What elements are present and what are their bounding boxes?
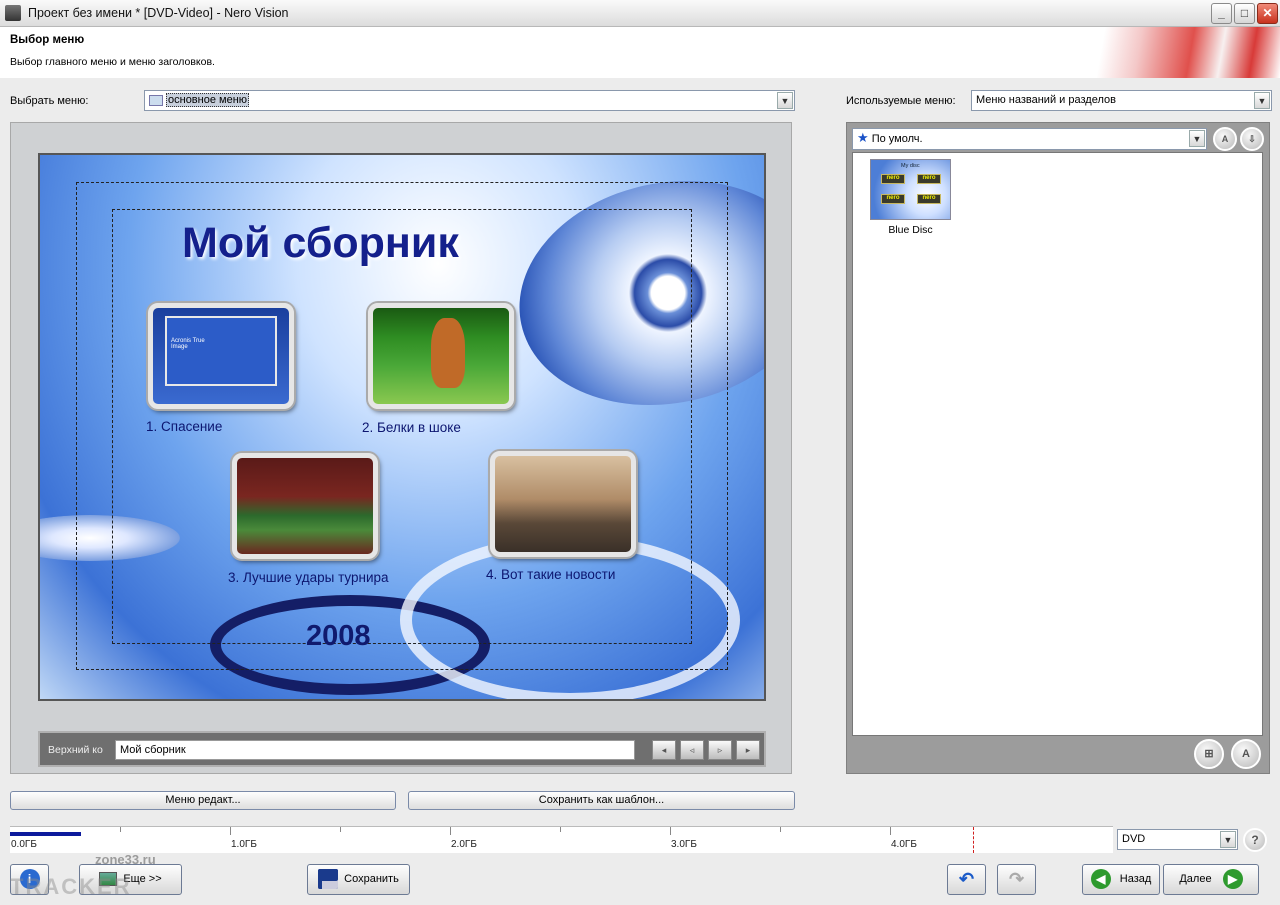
floppy-disk-icon xyxy=(318,869,339,890)
redo-button[interactable]: ↷ xyxy=(997,864,1036,895)
menu-item-caption[interactable]: 2. Белки в шоке xyxy=(362,420,461,435)
template-thumb-button: nero xyxy=(881,174,905,184)
preset-dropdown[interactable]: ★ По умолч. ▼ xyxy=(852,128,1207,150)
download-template-icon[interactable]: ⇩ xyxy=(1240,127,1264,151)
select-menu-label: Выбрать меню: xyxy=(10,95,89,107)
minor-tick xyxy=(340,827,341,832)
template-item[interactable]: My disc nero nero nero nero Blue Disc xyxy=(870,159,954,239)
minor-tick xyxy=(120,827,121,832)
major-tick xyxy=(230,827,231,835)
app-icon xyxy=(5,5,21,21)
header-banner-image xyxy=(1080,27,1280,78)
window-title: Проект без имени * [DVD-Video] - Nero Vi… xyxy=(28,6,289,20)
menu-title[interactable]: Мой сборник xyxy=(182,219,459,268)
chevron-down-icon[interactable]: ▼ xyxy=(1254,92,1270,109)
edit-menu-button[interactable]: Меню редакт... xyxy=(10,791,396,810)
caption-label: Верхний ко xyxy=(48,744,103,756)
format-right-icon[interactable]: ▸ xyxy=(736,740,760,760)
back-button[interactable]: ◀ Назад xyxy=(1082,864,1160,895)
capacity-limit-line xyxy=(973,827,974,853)
minor-tick xyxy=(780,827,781,832)
template-thumb-button: nero xyxy=(917,194,941,204)
tick-label: 2.0ГБ xyxy=(451,839,477,850)
arrow-left-icon: ◀ xyxy=(1090,869,1111,890)
menu-icon xyxy=(149,94,163,106)
tick-label: 4.0ГБ xyxy=(891,839,917,850)
menu-item-caption[interactable]: 3. Лучшие удары турнира xyxy=(228,570,389,585)
back-label: Назад xyxy=(1119,873,1152,885)
menu-item-thumbnail[interactable]: Acronis True Image xyxy=(148,303,294,409)
format-left-icon[interactable]: ◂ xyxy=(652,740,676,760)
template-thumb-title: My disc xyxy=(901,163,920,169)
next-button[interactable]: Далее ▶ xyxy=(1163,864,1259,895)
close-button[interactable]: ✕ xyxy=(1257,3,1278,24)
redo-icon: ↷ xyxy=(1008,869,1025,889)
page-title: Выбор меню xyxy=(10,34,85,46)
used-menus-value: Меню названий и разделов xyxy=(976,94,1116,106)
menu-item-thumbnail[interactable] xyxy=(368,303,514,409)
tick-label: 1.0ГБ xyxy=(231,839,257,850)
preset-value: По умолч. xyxy=(871,133,923,145)
minor-tick xyxy=(560,827,561,832)
template-name: Blue Disc xyxy=(888,224,933,236)
window-titlebar: Проект без имени * [DVD-Video] - Nero Vi… xyxy=(0,0,1280,27)
capacity-bar: 0.0ГБ 1.0ГБ 2.0ГБ 3.0ГБ 4.0ГБ xyxy=(10,826,1113,853)
watermark-text: zone33.ru xyxy=(95,852,156,867)
save-button[interactable]: Сохранить xyxy=(307,864,410,895)
template-thumb-button: nero xyxy=(917,174,941,184)
menu-item-caption[interactable]: 1. Спасение xyxy=(146,419,222,434)
minimize-button[interactable]: _ xyxy=(1211,3,1232,24)
chevron-down-icon[interactable]: ▼ xyxy=(1220,831,1236,848)
star-icon: ★ xyxy=(857,130,869,145)
used-menus-label: Используемые меню: xyxy=(846,95,956,107)
save-template-button[interactable]: Сохранить как шаблон... xyxy=(408,791,795,810)
maximize-button[interactable]: □ xyxy=(1234,3,1255,24)
chevron-down-icon[interactable]: ▼ xyxy=(777,92,793,109)
caption-input[interactable]: Мой сборник xyxy=(115,740,635,760)
major-tick xyxy=(670,827,671,835)
template-thumb-button: nero xyxy=(881,194,905,204)
major-tick xyxy=(890,827,891,835)
squirrel-image xyxy=(431,318,465,388)
text-edit-icon[interactable]: A xyxy=(1231,739,1261,769)
menu-item-thumbnail[interactable] xyxy=(490,451,636,557)
import-template-icon[interactable]: ⊞ xyxy=(1194,739,1224,769)
help-icon[interactable]: ? xyxy=(1243,828,1267,852)
tick-label: 0.0ГБ xyxy=(11,839,37,850)
text-options-icon[interactable]: A xyxy=(1213,127,1237,151)
major-tick xyxy=(450,827,451,835)
disc-type-dropdown[interactable]: DVD ▼ xyxy=(1117,829,1238,850)
undo-button[interactable]: ↶ xyxy=(947,864,986,895)
select-menu-value: основное меню xyxy=(166,93,250,107)
next-label: Далее xyxy=(1179,873,1212,885)
save-label: Сохранить xyxy=(344,873,399,885)
thumbnail-text: Acronis True Image xyxy=(171,338,205,350)
capacity-used-fill xyxy=(10,832,81,836)
undo-icon: ↶ xyxy=(958,869,975,889)
caption-editor-bar: Верхний ко Мой сборник ◂ ◃ ▹ ▸ xyxy=(38,731,766,767)
used-menus-dropdown[interactable]: Меню названий и разделов ▼ xyxy=(971,90,1272,111)
page-subtitle: Выбор главного меню и меню заголовков. xyxy=(10,56,215,68)
format-prev-icon[interactable]: ◃ xyxy=(680,740,704,760)
watermark-text: TRACKER xyxy=(10,874,132,899)
arrow-right-icon: ▶ xyxy=(1222,869,1243,890)
disc-type-value: DVD xyxy=(1122,833,1146,845)
menu-item-thumbnail[interactable] xyxy=(232,453,378,559)
format-next-icon[interactable]: ▹ xyxy=(708,740,732,760)
template-thumbnail: My disc nero nero nero nero xyxy=(870,159,951,220)
template-list: My disc nero nero nero nero Blue Disc xyxy=(852,152,1263,736)
page-header: Выбор меню Выбор главного меню и меню за… xyxy=(0,27,1280,78)
menu-preview: Мой сборник Acronis True Image 1. Спасен… xyxy=(38,153,766,701)
menu-item-caption[interactable]: 4. Вот такие новости xyxy=(486,567,615,582)
tick-label: 3.0ГБ xyxy=(671,839,697,850)
select-menu-dropdown[interactable]: основное меню ▼ xyxy=(144,90,795,111)
thumbnail-window xyxy=(165,316,277,386)
chevron-down-icon[interactable]: ▼ xyxy=(1189,130,1205,147)
menu-year-text[interactable]: 2008 xyxy=(306,620,371,653)
